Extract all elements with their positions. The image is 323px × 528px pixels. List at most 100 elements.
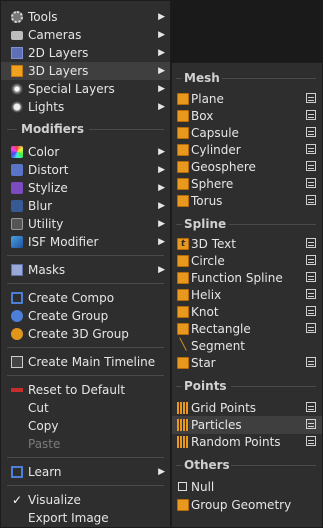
reset-icon (11, 384, 23, 396)
help-doc-icon[interactable] (306, 419, 316, 429)
submenu-item-3d-text[interactable]: t 3D Text (172, 235, 322, 253)
help-doc-icon[interactable] (306, 402, 316, 412)
learn-icon (11, 466, 23, 478)
submenu-item-star[interactable]: Star (172, 354, 322, 372)
submenu-arrow-icon: ▶ (158, 265, 165, 275)
utility-icon (11, 218, 23, 230)
others-header: Others (184, 458, 230, 472)
help-doc-icon[interactable] (306, 178, 316, 188)
menu-item-export-image[interactable]: Export Image (1, 509, 170, 527)
submenu-item-plane[interactable]: Plane (172, 90, 322, 108)
help-doc-icon[interactable] (306, 144, 316, 154)
submenu-item-group-geometry[interactable]: Group Geometry (172, 496, 322, 514)
header-rule (176, 465, 182, 466)
menu-item-cut[interactable]: Cut (1, 399, 170, 417)
menu-separator (7, 283, 164, 284)
help-doc-icon[interactable] (306, 127, 316, 137)
submenu-item-box[interactable]: Box (172, 107, 322, 125)
submenu-item-grid-points[interactable]: Grid Points (172, 399, 322, 417)
menu-item-reset-to-default[interactable]: Reset to Default (1, 381, 170, 399)
submenu-item-particles[interactable]: Particles (172, 416, 322, 434)
menu-item-cameras[interactable]: Cameras ▶ (1, 26, 170, 44)
submenu-item-torus[interactable]: Torus (172, 192, 322, 210)
3d-group-icon (11, 328, 23, 340)
menu-separator (7, 375, 164, 376)
2d-layer-icon (11, 47, 23, 59)
help-doc-icon[interactable] (306, 357, 316, 367)
submenu-item-rectangle[interactable]: Rectangle (172, 320, 322, 338)
menu-item-3d-layers[interactable]: 3D Layers ▶ (1, 62, 170, 80)
submenu-item-sphere[interactable]: Sphere (172, 175, 322, 193)
menu-item-distort[interactable]: Distort ▶ (1, 161, 170, 179)
menu-item-visualize[interactable]: ✓ Visualize (1, 491, 170, 509)
submenu-item-helix[interactable]: Helix (172, 286, 322, 304)
menu-item-masks[interactable]: Masks ▶ (1, 261, 170, 279)
header-rule (7, 129, 17, 130)
particles-icon (177, 419, 189, 431)
sphere-icon (177, 178, 189, 190)
submenu-item-cylinder[interactable]: Cylinder (172, 141, 322, 159)
spline-header: Spline (184, 217, 227, 231)
submenu-item-segment[interactable]: ╲ Segment (172, 337, 322, 355)
menu-item-2d-layers[interactable]: 2D Layers ▶ (1, 44, 170, 62)
menu-item-learn[interactable]: Learn ▶ (1, 463, 170, 481)
help-doc-icon[interactable] (306, 93, 316, 103)
special-layer-icon (11, 83, 23, 95)
random-points-icon (177, 436, 189, 448)
header-rule (176, 78, 182, 79)
menu-item-create-main-timeline[interactable]: Create Main Timeline (1, 353, 170, 371)
submenu-item-capsule[interactable]: Capsule (172, 124, 322, 142)
help-doc-icon[interactable] (306, 255, 316, 265)
menu-item-copy[interactable]: Copy (1, 417, 170, 435)
mesh-header: Mesh (184, 71, 220, 85)
menu-item-special-layers[interactable]: Special Layers ▶ (1, 80, 170, 98)
help-doc-icon[interactable] (306, 436, 316, 446)
light-icon (11, 101, 23, 113)
segment-icon: ╲ (179, 338, 187, 351)
submenu-arrow-icon: ▶ (158, 102, 165, 112)
submenu-item-function-spline[interactable]: Function Spline (172, 269, 322, 287)
submenu-arrow-icon: ▶ (158, 201, 165, 211)
menu-item-blur[interactable]: Blur ▶ (1, 197, 170, 215)
cylinder-icon (177, 144, 189, 156)
header-rule (231, 465, 316, 466)
submenu-item-null[interactable]: Null (172, 478, 322, 496)
circle-icon (177, 255, 189, 267)
camera-icon (11, 29, 23, 41)
blur-icon (11, 200, 23, 212)
menu-item-tools[interactable]: Tools ▶ (1, 8, 170, 26)
help-doc-icon[interactable] (306, 323, 316, 333)
header-rule (89, 129, 164, 130)
function-spline-icon (177, 272, 189, 284)
menu-item-create-3d-group[interactable]: Create 3D Group (1, 325, 170, 343)
menu-item-create-compo[interactable]: Create Compo (1, 289, 170, 307)
help-doc-icon[interactable] (306, 110, 316, 120)
submenu-item-knot[interactable]: Knot (172, 303, 322, 321)
help-doc-icon[interactable] (306, 161, 316, 171)
submenu-item-random-points[interactable]: Random Points (172, 433, 322, 451)
help-doc-icon[interactable] (306, 289, 316, 299)
submenu-item-circle[interactable]: Circle (172, 252, 322, 270)
mask-icon (11, 264, 23, 276)
menu-item-lights[interactable]: Lights ▶ (1, 98, 170, 116)
distort-icon (11, 164, 23, 176)
menu-item-create-group[interactable]: Create Group (1, 307, 170, 325)
menu-item-color[interactable]: Color ▶ (1, 143, 170, 161)
submenu-item-geosphere[interactable]: Geosphere (172, 158, 322, 176)
help-doc-icon[interactable] (306, 272, 316, 282)
geosphere-icon (177, 161, 189, 173)
helix-icon (177, 289, 189, 301)
group-geometry-icon (177, 499, 189, 511)
help-doc-icon[interactable] (306, 306, 316, 316)
3d-layer-icon (11, 65, 23, 77)
star-icon (177, 357, 189, 369)
gear-icon (11, 11, 23, 23)
knot-icon (177, 306, 189, 318)
menu-item-paste: Paste (28, 437, 61, 451)
menu-item-utility[interactable]: Utility ▶ (1, 215, 170, 233)
menu-item-stylize[interactable]: Stylize ▶ (1, 179, 170, 197)
menu-separator (7, 347, 164, 348)
help-doc-icon[interactable] (306, 238, 316, 248)
menu-item-isf-modifier[interactable]: ISF Modifier ▶ (1, 233, 170, 251)
help-doc-icon[interactable] (306, 195, 316, 205)
